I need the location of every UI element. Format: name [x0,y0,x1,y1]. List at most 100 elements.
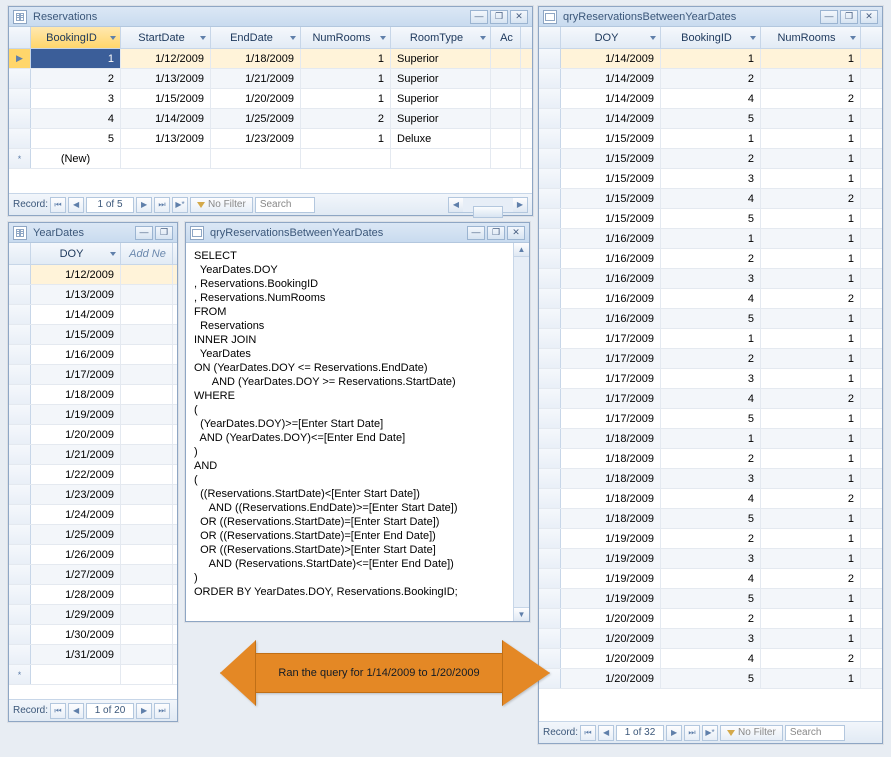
rowhead[interactable] [9,345,31,364]
rowhead[interactable] [9,445,31,464]
cell-bookingid[interactable]: 4 [661,649,761,668]
cell-bookingid[interactable]: 3 [661,469,761,488]
rowhead[interactable] [539,609,561,628]
table-row[interactable]: 1/17/200931 [539,369,882,389]
new-row[interactable]: *(New) [9,149,532,169]
cell-empty[interactable] [121,285,173,304]
cell-bookingid[interactable]: 4 [661,569,761,588]
cell-bookingid[interactable]: 4 [661,389,761,408]
table-row[interactable]: ▶11/12/20091/18/20091Superior [9,49,532,69]
cell-bookingid[interactable]: 5 [661,669,761,688]
table-row[interactable]: 1/17/200921 [539,349,882,369]
rowhead[interactable] [539,89,561,108]
cell-doy[interactable]: 1/17/2009 [561,389,661,408]
rowhead[interactable] [539,69,561,88]
rowhead[interactable] [539,289,561,308]
table-row[interactable]: 1/19/200921 [539,529,882,549]
rowhead[interactable] [539,149,561,168]
titlebar[interactable]: YearDates — ❐ [9,223,177,243]
rowhead[interactable] [539,469,561,488]
cell-empty[interactable] [121,385,173,404]
rowhead[interactable] [9,565,31,584]
table-row[interactable]: 1/20/200942 [539,649,882,669]
titlebar[interactable]: qryReservationsBetweenYearDates — ❐ ✕ [539,7,882,27]
titlebar[interactable]: qryReservationsBetweenYearDates — ❐ ✕ [186,223,529,243]
cell-bookingid[interactable]: 3 [661,269,761,288]
nav-last[interactable]: ⏭ [154,197,170,213]
rowhead[interactable] [539,49,561,68]
cell-empty[interactable] [121,345,173,364]
cell-numrooms[interactable]: 1 [761,589,861,608]
rowhead[interactable] [539,509,561,528]
cell-bookingid[interactable]: 4 [661,189,761,208]
table-row[interactable]: 1/15/200911 [539,129,882,149]
cell-new[interactable]: (New) [31,149,121,168]
table-row[interactable]: 1/21/2009 [9,445,177,465]
table-row[interactable]: 1/14/2009 [9,305,177,325]
cell-numrooms[interactable]: 1 [761,309,861,328]
cell-numrooms[interactable]: 1 [301,89,391,108]
cell-doy[interactable]: 1/16/2009 [561,269,661,288]
cell-bookingid[interactable]: 2 [661,449,761,468]
cell-doy[interactable]: 1/19/2009 [561,549,661,568]
table-row[interactable]: 1/28/2009 [9,585,177,605]
cell-numrooms[interactable]: 2 [761,489,861,508]
nav-first[interactable]: ⏮ [50,197,66,213]
cell-bookingid[interactable]: 1 [661,329,761,348]
cell-doy[interactable]: 1/26/2009 [31,545,121,564]
rowhead[interactable] [539,169,561,188]
cell-roomtype[interactable]: Superior [391,69,491,88]
cell-doy[interactable]: 1/17/2009 [561,409,661,428]
cell-doy[interactable]: 1/27/2009 [31,565,121,584]
rowhead[interactable] [539,269,561,288]
rowhead[interactable] [539,229,561,248]
table-row[interactable]: 1/14/200921 [539,69,882,89]
cell-enddate[interactable]: 1/25/2009 [211,109,301,128]
table-row[interactable]: 1/25/2009 [9,525,177,545]
rowhead[interactable] [539,429,561,448]
cell-empty[interactable] [121,505,173,524]
table-row[interactable]: 1/14/200951 [539,109,882,129]
cell-bookingid[interactable]: 1 [31,49,121,68]
cell-startdate[interactable]: 1/15/2009 [121,89,211,108]
table-row[interactable]: 1/30/2009 [9,625,177,645]
cell-numrooms[interactable]: 1 [761,369,861,388]
table-row[interactable]: 31/15/20091/20/20091Superior [9,89,532,109]
rowhead[interactable] [9,645,31,664]
col-numrooms[interactable]: NumRooms [301,27,391,48]
rowhead[interactable] [539,209,561,228]
rowhead[interactable] [9,265,31,284]
table-row[interactable]: 1/15/200942 [539,189,882,209]
cell-numrooms[interactable]: 2 [301,109,391,128]
cell-numrooms[interactable]: 1 [761,209,861,228]
cell-doy[interactable]: 1/19/2009 [561,529,661,548]
restore-button[interactable]: ❐ [490,10,508,24]
cell-enddate[interactable]: 1/21/2009 [211,69,301,88]
rowhead[interactable] [539,109,561,128]
nav-last[interactable]: ⏭ [154,703,170,719]
cell-numrooms[interactable]: 1 [761,269,861,288]
table-row[interactable]: 1/14/200911 [539,49,882,69]
rowhead[interactable] [9,545,31,564]
cell-roomtype[interactable]: Superior [391,49,491,68]
cell-doy[interactable]: 1/16/2009 [561,249,661,268]
cell-bookingid[interactable]: 5 [661,409,761,428]
cell-bookingid[interactable]: 5 [661,209,761,228]
table-row[interactable]: 1/22/2009 [9,465,177,485]
cell-numrooms[interactable]: 1 [761,469,861,488]
cell-doy[interactable]: 1/24/2009 [31,505,121,524]
cell-extra[interactable] [491,129,521,148]
cell-bookingid[interactable]: 1 [661,429,761,448]
cell-bookingid[interactable]: 3 [661,629,761,648]
cell-bookingid[interactable]: 4 [31,109,121,128]
nav-last[interactable]: ⏭ [684,725,700,741]
cell-doy[interactable]: 1/20/2009 [561,669,661,688]
col-numrooms[interactable]: NumRooms [761,27,861,48]
rowhead[interactable] [9,109,31,128]
rowhead[interactable] [9,325,31,344]
cell-bookingid[interactable]: 3 [661,169,761,188]
table-row[interactable]: 1/16/200942 [539,289,882,309]
cell-bookingid[interactable]: 2 [661,609,761,628]
cell-empty[interactable] [121,365,173,384]
cell-numrooms[interactable]: 2 [761,649,861,668]
